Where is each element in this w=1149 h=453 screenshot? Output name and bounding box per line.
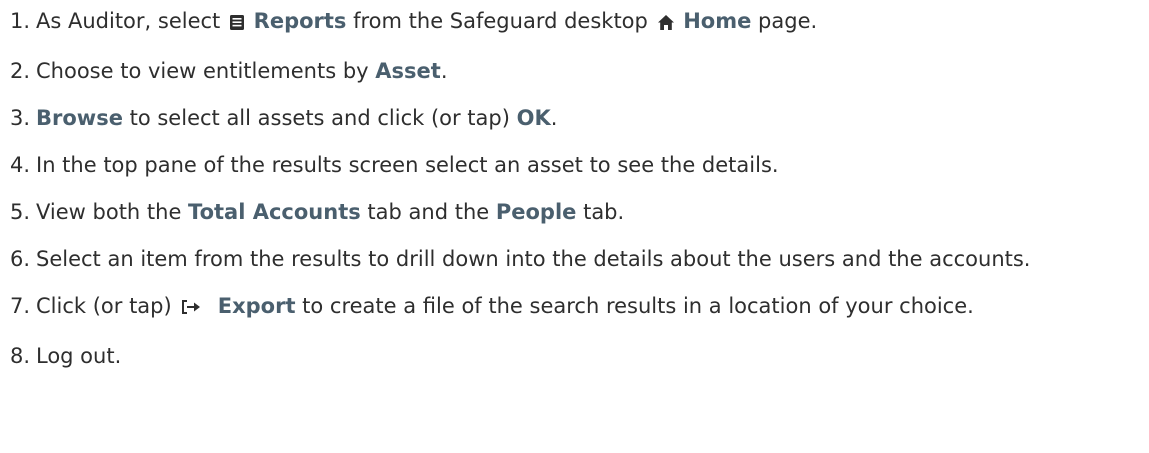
step-3: 3. Browse to select all assets and click… [0, 105, 1126, 131]
step-text: Choose to view entitlements by Asset. [36, 59, 448, 83]
step-4: 4. In the top pane of the results screen… [0, 152, 1126, 178]
step-number: 6. [10, 247, 31, 271]
home-icon [657, 11, 675, 37]
step-number: 8. [10, 344, 31, 368]
step-text: Click (or tap) Export to create a file o… [36, 293, 1126, 322]
step-number: 7. [10, 294, 31, 318]
step-text: In the top pane of the results screen se… [36, 153, 779, 177]
step-5: 5. View both the Total Accounts tab and … [0, 199, 1126, 225]
home-label: Home [683, 9, 752, 33]
reports-list-icon [229, 11, 245, 37]
step-2: 2. Choose to view entitlements by Asset. [0, 58, 1126, 84]
procedure-steps: 1. As Auditor, select Reports from the S… [0, 8, 1149, 369]
step-1: 1. As Auditor, select Reports from the S… [0, 8, 1126, 37]
export-icon [180, 296, 202, 322]
step-number: 3. [10, 106, 31, 130]
step-6: 6. Select an item from the results to dr… [0, 246, 1126, 272]
step-7: 7. Click (or tap) Export to create a fil… [0, 293, 1126, 322]
step-text: View both the Total Accounts tab and the… [36, 200, 625, 224]
people-label: People [495, 200, 577, 224]
total-accounts-label: Total Accounts [188, 200, 361, 224]
ok-label: OK [516, 106, 551, 130]
export-label: Export [217, 294, 296, 318]
step-text: Browse to select all assets and click (o… [36, 106, 558, 130]
asset-label: Asset [375, 59, 441, 83]
step-text: Select an item from the results to drill… [36, 247, 1031, 271]
step-text: As Auditor, select Reports from the Safe… [36, 8, 1126, 37]
step-number: 4. [10, 153, 31, 177]
reports-label: Reports [253, 9, 347, 33]
step-number: 1. [10, 9, 31, 33]
step-number: 5. [10, 200, 31, 224]
step-8: 8. Log out. [0, 343, 1126, 369]
step-text: Log out. [36, 344, 122, 368]
step-number: 2. [10, 59, 31, 83]
browse-label: Browse [36, 106, 123, 130]
